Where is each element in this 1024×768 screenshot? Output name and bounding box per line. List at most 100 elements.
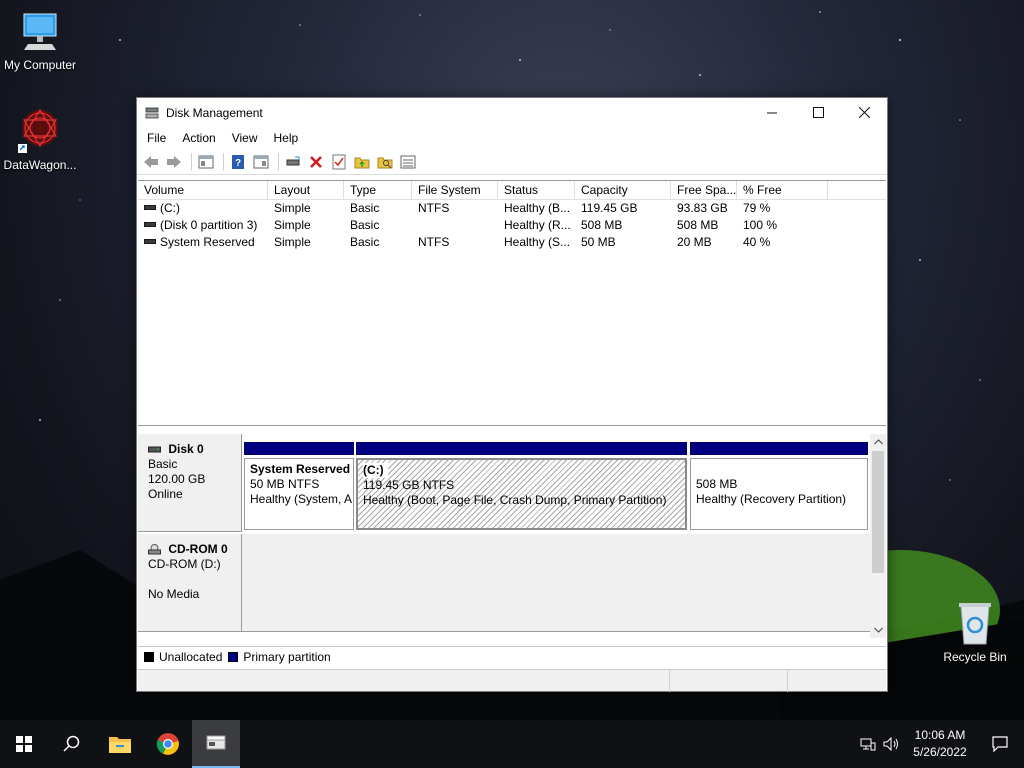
minimize-button[interactable] bbox=[749, 98, 795, 127]
type-cell: Basic bbox=[350, 218, 380, 232]
toolbar-separator bbox=[278, 152, 279, 171]
cdrom-0-drive: CD-ROM (D:) bbox=[148, 557, 221, 571]
file-system-cell: NTFS bbox=[418, 201, 450, 215]
menu-bar: File Action View Help bbox=[137, 127, 887, 149]
chrome-icon bbox=[156, 733, 179, 755]
column-header-percent-free[interactable]: % Free bbox=[737, 181, 828, 199]
scroll-down-arrow[interactable] bbox=[870, 622, 886, 638]
recycle-bin-label: Recycle Bin bbox=[943, 650, 1007, 664]
menu-action[interactable]: Action bbox=[174, 127, 223, 149]
window-title: Disk Management bbox=[166, 105, 263, 120]
column-header-status[interactable]: Status bbox=[498, 181, 575, 199]
volume-icon bbox=[144, 205, 156, 211]
back-button[interactable] bbox=[141, 152, 161, 172]
clock[interactable]: 10:06 AM 5/26/2022 bbox=[904, 727, 976, 761]
table-row[interactable]: System Reserved Simple Basic NTFS Health… bbox=[138, 234, 886, 251]
my-computer-shortcut[interactable]: My Computer bbox=[0, 10, 80, 72]
legend-unallocated: Unallocated bbox=[159, 649, 223, 664]
maximize-icon bbox=[812, 107, 824, 118]
column-header-volume[interactable]: Volume bbox=[138, 181, 268, 199]
cdrom-0-label[interactable]: CD-ROM 0 CD-ROM (D:) No Media bbox=[138, 534, 242, 632]
unallocated-swatch bbox=[144, 651, 154, 662]
folder-up-icon bbox=[354, 157, 370, 168]
status-cell: Healthy (R... bbox=[504, 218, 571, 232]
datawagon-logo-icon bbox=[18, 108, 58, 153]
volume-icon bbox=[144, 239, 156, 245]
show-hide-console-tree-button[interactable] bbox=[196, 152, 216, 172]
partition-status: Healthy (Boot, Page File, Crash Dump, Pr… bbox=[363, 493, 667, 507]
partition-size: 50 MB NTFS bbox=[250, 477, 320, 491]
open-button[interactable] bbox=[352, 152, 372, 172]
cdrom-0-media: No Media bbox=[148, 587, 200, 601]
menu-file[interactable]: File bbox=[139, 127, 174, 149]
partition-body: 508 MB Healthy (Recovery Partition) bbox=[690, 458, 868, 530]
status-cell: Healthy (S... bbox=[504, 235, 571, 249]
column-header-capacity[interactable]: Capacity bbox=[575, 181, 671, 199]
action-center-button[interactable] bbox=[976, 720, 1024, 768]
chrome-taskbar-button[interactable] bbox=[144, 720, 192, 768]
hard-disk-icon bbox=[148, 446, 161, 453]
layout-cell: Simple bbox=[274, 235, 311, 249]
table-row[interactable]: (Disk 0 partition 3) Simple Basic Health… bbox=[138, 217, 886, 234]
cdrom-0-row: CD-ROM 0 CD-ROM (D:) No Media bbox=[138, 534, 870, 632]
show-hide-action-pane-button[interactable] bbox=[251, 152, 271, 172]
properties-button[interactable] bbox=[329, 152, 349, 172]
list-view-button[interactable] bbox=[398, 152, 418, 172]
connect-disk-icon bbox=[286, 156, 300, 165]
datawagon-shortcut[interactable]: DataWagon... bbox=[0, 106, 80, 172]
minimize-icon bbox=[766, 112, 777, 114]
file-explorer-taskbar-button[interactable] bbox=[96, 720, 144, 768]
partition-system-reserved[interactable]: System Reserved 50 MB NTFS Healthy (Syst… bbox=[244, 442, 354, 530]
maximize-button[interactable] bbox=[795, 98, 841, 127]
table-row[interactable]: (C:) Simple Basic NTFS Healthy (B... 119… bbox=[138, 200, 886, 217]
my-computer-label: My Computer bbox=[3, 58, 77, 72]
console-tree-icon bbox=[198, 155, 214, 168]
disk-management-taskbar-button[interactable] bbox=[192, 720, 240, 768]
connect-virtual-disk-button[interactable] bbox=[283, 152, 303, 172]
column-header-file-system[interactable]: File System bbox=[412, 181, 498, 199]
toolbar-separator bbox=[223, 152, 224, 171]
volume-tray-icon[interactable] bbox=[880, 720, 904, 768]
column-header-free-space[interactable]: Free Spa... bbox=[671, 181, 737, 199]
free-space-cell: 508 MB bbox=[677, 218, 719, 232]
disk-0-row: Disk 0 Basic 120.00 GB Online System Res… bbox=[138, 434, 870, 532]
network-tray-icon[interactable] bbox=[856, 720, 880, 768]
partition-size: 508 MB bbox=[696, 477, 738, 491]
primary-partition-swatch bbox=[228, 651, 239, 662]
search-button[interactable] bbox=[48, 720, 96, 768]
system-tray: 10:06 AM 5/26/2022 bbox=[856, 720, 1024, 768]
primary-partition-bar bbox=[356, 442, 687, 455]
capacity-cell: 119.45 GB bbox=[581, 201, 638, 215]
disk-0-label[interactable]: Disk 0 Basic 120.00 GB Online bbox=[138, 434, 242, 532]
scroll-thumb[interactable] bbox=[872, 451, 884, 573]
toolbar: ? bbox=[137, 149, 887, 175]
scroll-up-arrow[interactable] bbox=[870, 434, 886, 450]
cdrom-0-empty-area bbox=[242, 534, 870, 632]
disk-graphical-view: Disk 0 Basic 120.00 GB Online System Res… bbox=[138, 434, 886, 638]
volume-name: (C:) bbox=[160, 201, 180, 215]
start-button[interactable] bbox=[0, 720, 48, 768]
column-header-type[interactable]: Type bbox=[344, 181, 412, 199]
partition-c-drive[interactable]: (C:) 119.45 GB NTFS Healthy (Boot, Page … bbox=[356, 442, 687, 530]
folder-search-icon bbox=[377, 157, 393, 168]
partition-name: System Reserved bbox=[250, 462, 351, 476]
forward-button[interactable] bbox=[164, 152, 184, 172]
close-button[interactable] bbox=[841, 98, 887, 127]
recycle-bin-shortcut[interactable]: Recycle Bin bbox=[935, 600, 1015, 664]
column-header-layout[interactable]: Layout bbox=[268, 181, 344, 199]
partition-size: 119.45 GB NTFS bbox=[363, 478, 455, 492]
recycle-bin-icon bbox=[959, 603, 991, 645]
clock-time: 10:06 AM bbox=[914, 728, 966, 742]
menu-view[interactable]: View bbox=[224, 127, 266, 149]
delete-button[interactable] bbox=[306, 152, 326, 172]
volume-name: (Disk 0 partition 3) bbox=[160, 218, 258, 232]
notification-icon bbox=[992, 736, 1008, 752]
menu-help[interactable]: Help bbox=[266, 127, 307, 149]
title-bar[interactable]: Disk Management bbox=[137, 98, 887, 127]
help-button[interactable]: ? bbox=[228, 152, 248, 172]
partition-recovery[interactable]: 508 MB Healthy (Recovery Partition) bbox=[690, 442, 868, 530]
percent-free-cell: 40 % bbox=[743, 235, 771, 249]
graphical-view-scrollbar[interactable] bbox=[870, 434, 886, 638]
capacity-cell: 50 MB bbox=[581, 235, 616, 249]
explore-button[interactable] bbox=[375, 152, 395, 172]
